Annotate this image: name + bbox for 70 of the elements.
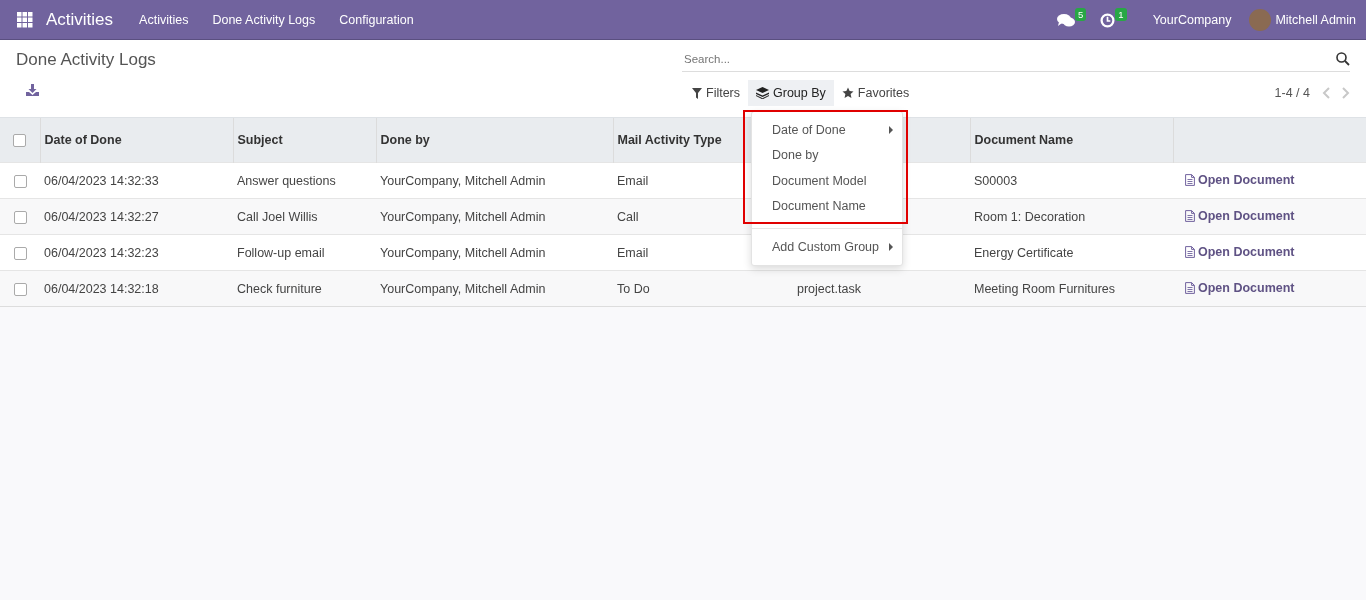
table-cell: 06/04/2023 14:32:27 bbox=[44, 209, 159, 224]
app-name[interactable]: Activities bbox=[46, 9, 114, 30]
clock-icon[interactable] bbox=[1100, 13, 1116, 28]
select-all-checkbox[interactable] bbox=[13, 134, 27, 148]
document-icon bbox=[1185, 209, 1195, 222]
table-cell: Email bbox=[617, 173, 649, 188]
table-cell: Email bbox=[617, 245, 649, 260]
table-cell: Call Joel Willis bbox=[237, 209, 318, 224]
table-cell: 06/04/2023 14:32:23 bbox=[44, 245, 159, 260]
filter-toggle[interactable]: Favorites bbox=[833, 80, 918, 106]
funnel-icon bbox=[692, 87, 702, 99]
add-custom-group-option[interactable]: Add Custom Group bbox=[752, 234, 902, 260]
column-header[interactable]: Date of Done bbox=[44, 133, 122, 147]
table-cell: S00003 bbox=[974, 173, 1018, 188]
activity-count-badge: 1 bbox=[1115, 8, 1127, 21]
table-cell: YourCompany, Mitchell Admin bbox=[380, 281, 546, 296]
open-document-link[interactable]: Open Document bbox=[1185, 244, 1295, 259]
table-cell: 06/04/2023 14:32:18 bbox=[44, 281, 159, 296]
column-header[interactable]: Mail Activity Type bbox=[617, 133, 722, 147]
row-checkbox[interactable] bbox=[13, 282, 27, 296]
open-document-link[interactable]: Open Document bbox=[1185, 208, 1295, 223]
filter-toggle[interactable]: Filters bbox=[684, 80, 749, 106]
group-by-option[interactable]: Date of Done bbox=[752, 117, 902, 143]
open-document-link[interactable]: Open Document bbox=[1185, 280, 1295, 295]
column-header[interactable]: Document Name bbox=[974, 133, 1074, 147]
table-cell: YourCompany, Mitchell Admin bbox=[380, 209, 546, 224]
user-menu[interactable]: Mitchell Admin bbox=[1275, 12, 1356, 27]
menu-item[interactable]: Done Activity Logs bbox=[200, 12, 328, 27]
table-cell: Answer questions bbox=[237, 173, 336, 188]
row-checkbox[interactable] bbox=[13, 246, 27, 260]
company-switcher[interactable]: YourCompany bbox=[1152, 12, 1232, 27]
table-cell: Room 1: Decoration bbox=[974, 209, 1086, 224]
message-count-badge: 5 bbox=[1075, 8, 1087, 21]
table-cell: Meeting Room Furnitures bbox=[974, 281, 1116, 296]
caret-icon bbox=[889, 242, 893, 251]
page-title: Done Activity Logs bbox=[16, 50, 157, 70]
row-checkbox[interactable] bbox=[13, 174, 27, 188]
table-cell: project.task bbox=[797, 281, 861, 296]
download-icon[interactable] bbox=[26, 84, 39, 96]
table-cell: To Do bbox=[617, 281, 650, 296]
document-icon bbox=[1185, 245, 1195, 258]
filter-toggle[interactable]: Group By bbox=[748, 80, 834, 106]
menu-item[interactable]: Configuration bbox=[327, 12, 426, 27]
table-cell: Energy Certificate bbox=[974, 245, 1074, 260]
column-header[interactable]: Done by bbox=[380, 133, 430, 147]
table-cell: Check furniture bbox=[237, 281, 322, 296]
star-icon bbox=[841, 87, 854, 99]
table-cell: Call bbox=[617, 209, 639, 224]
group-by-option[interactable]: Document Name bbox=[752, 193, 902, 219]
document-icon bbox=[1185, 173, 1195, 186]
table-cell: YourCompany, Mitchell Admin bbox=[380, 245, 546, 260]
group-by-option[interactable]: Done by bbox=[752, 142, 902, 168]
group-by-option[interactable]: Document Model bbox=[752, 168, 902, 194]
column-header[interactable]: Subject bbox=[237, 133, 283, 147]
table-cell: 06/04/2023 14:32:33 bbox=[44, 173, 159, 188]
open-document-link[interactable]: Open Document bbox=[1185, 172, 1295, 187]
row-checkbox[interactable] bbox=[13, 210, 27, 224]
apps-grid-icon[interactable] bbox=[17, 11, 33, 28]
chat-icon[interactable] bbox=[1057, 13, 1076, 28]
document-icon bbox=[1185, 281, 1195, 294]
table-cell: Follow-up email bbox=[237, 245, 325, 260]
next-icon[interactable] bbox=[1342, 87, 1350, 99]
menu-item[interactable]: Activities bbox=[127, 12, 201, 27]
table-cell: YourCompany, Mitchell Admin bbox=[380, 173, 546, 188]
pager-value[interactable]: 1-4 / 4 bbox=[1274, 86, 1310, 100]
layers-icon bbox=[756, 87, 770, 99]
previous-icon[interactable] bbox=[1322, 87, 1330, 99]
search-field[interactable]: Search... bbox=[682, 53, 1336, 65]
caret-icon bbox=[889, 125, 893, 134]
search-icon[interactable] bbox=[1336, 52, 1350, 66]
